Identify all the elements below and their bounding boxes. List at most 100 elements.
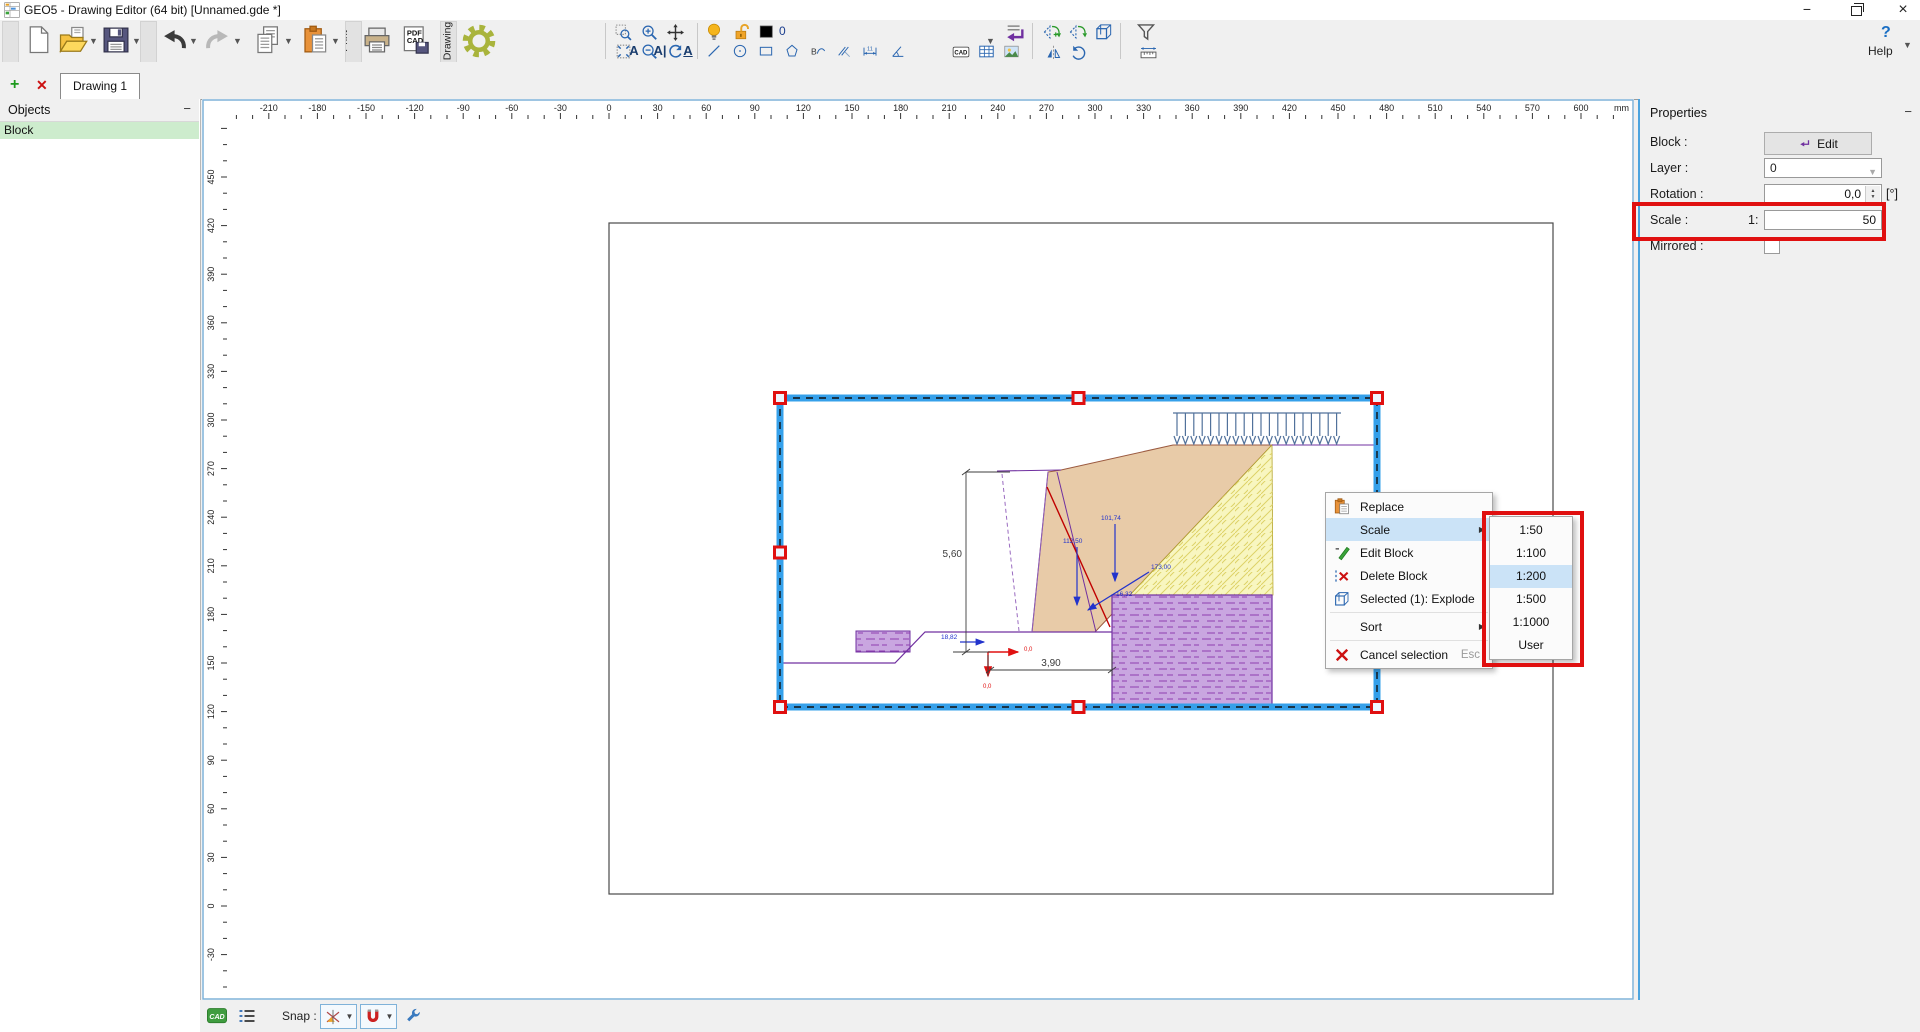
context-menu: ReplaceScale▶Edit BlockDelete BlockSelec…	[1325, 492, 1493, 669]
snap-mode-dropdown[interactable]: ▼	[343, 1004, 357, 1029]
explode-icon[interactable]	[1094, 22, 1114, 42]
properties-panel-title: Properties	[1650, 106, 1707, 120]
gear-icon[interactable]	[462, 24, 496, 58]
text-tool-icon[interactable]: A	[626, 42, 642, 58]
line-icon[interactable]	[706, 43, 722, 59]
zoom-in-icon[interactable]	[641, 24, 658, 41]
dropdown-arrow-icon[interactable]: ▼	[189, 36, 198, 46]
cad-icon[interactable]: CAD	[952, 43, 970, 61]
open-folder-icon[interactable]	[58, 25, 88, 55]
menu-item-scale[interactable]: Scale▶	[1326, 518, 1492, 541]
pan-icon[interactable]	[667, 24, 684, 41]
rotation-spinner[interactable]: ▲▼	[1865, 186, 1880, 202]
menu-item-cancel-selection[interactable]: Cancel selectionEsc	[1326, 643, 1492, 666]
dropdown-arrow-icon[interactable]: ▼	[132, 36, 141, 46]
dropdown-arrow-icon[interactable]: ▼	[233, 36, 242, 46]
cad-mode-icon[interactable]: CAD	[204, 1006, 230, 1026]
svg-text:390: 390	[1233, 103, 1248, 113]
svg-text:30: 30	[653, 103, 663, 113]
restore-button[interactable]	[1840, 0, 1874, 18]
selection-handle[interactable]	[775, 702, 786, 713]
rectangle-icon[interactable]	[758, 43, 774, 59]
menu-item-edit-block[interactable]: Edit Block	[1326, 541, 1492, 564]
add-tab-button[interactable]: +	[10, 76, 19, 94]
help-label[interactable]: Help	[1868, 44, 1893, 58]
selection-handle[interactable]	[1372, 393, 1383, 404]
text-frame-tool-icon[interactable]: A|	[652, 42, 668, 58]
help-dropdown-icon[interactable]: ▼	[1903, 40, 1912, 50]
apply-properties-icon[interactable]	[1068, 22, 1088, 42]
bspline-icon[interactable]: B	[810, 43, 826, 59]
trim-icon[interactable]	[836, 43, 852, 59]
submenu-item-1-100[interactable]: 1:100	[1490, 542, 1572, 565]
tab-drawing-1[interactable]: Drawing 1	[60, 73, 140, 100]
dimension-icon[interactable]: 11	[862, 43, 878, 59]
layers-list-icon[interactable]	[236, 1006, 258, 1026]
snap-settings-wrench-icon[interactable]	[404, 1007, 422, 1025]
apply-block-icon[interactable]	[1004, 22, 1026, 44]
selection-handle[interactable]	[1073, 702, 1084, 713]
filter-icon[interactable]	[1136, 22, 1156, 42]
menu-item-replace[interactable]: Replace	[1326, 495, 1492, 518]
submenu-item-1-200[interactable]: 1:200	[1490, 565, 1572, 588]
bulb-icon[interactable]	[705, 23, 723, 41]
circle-icon[interactable]	[732, 43, 748, 59]
minimize-button[interactable]: −	[1790, 2, 1824, 19]
submenu-item-user[interactable]: User	[1490, 634, 1572, 657]
dropdown-arrow-icon[interactable]: ▼	[331, 36, 340, 46]
menu-item-label: Scale	[1360, 523, 1390, 537]
pdf-cad-icon[interactable]: PDFCAD	[400, 25, 430, 55]
snap-mode-button[interactable]	[320, 1004, 345, 1029]
dropdown-arrow-icon[interactable]: ▼	[986, 36, 995, 46]
help-icon[interactable]: ?	[1881, 24, 1891, 42]
new-document-icon[interactable]	[24, 25, 54, 55]
menu-shortcut: Esc	[1461, 649, 1486, 661]
selection-handle[interactable]	[1073, 393, 1084, 404]
tab-bar: + ✕ Drawing 1	[0, 62, 1920, 100]
mirrored-label: Mirrored :	[1650, 239, 1703, 253]
copy-properties-icon[interactable]	[1042, 22, 1062, 42]
dropdown-arrow-icon[interactable]: ▼	[89, 36, 98, 46]
mirrored-checkbox[interactable]	[1764, 238, 1780, 254]
paste-icon[interactable]	[300, 25, 330, 55]
layer-select[interactable]: 0▼	[1764, 158, 1882, 178]
copy-icon[interactable]	[253, 25, 283, 55]
objects-collapse-button[interactable]: −	[183, 101, 191, 116]
dropdown-arrow-icon[interactable]: ▼	[284, 36, 293, 46]
polygon-icon[interactable]	[784, 43, 800, 59]
menu-item-sort[interactable]: Sort▶	[1326, 615, 1492, 638]
color-swatch-icon[interactable]	[758, 23, 776, 41]
menu-item-delete-block[interactable]: Delete Block	[1326, 564, 1492, 587]
rotate-icon[interactable]	[1070, 44, 1087, 61]
object-list-item-block[interactable]: Block	[0, 122, 199, 139]
selection-handle[interactable]	[775, 393, 786, 404]
close-button[interactable]: ×	[1886, 2, 1920, 19]
magnet-snap-button[interactable]	[360, 1004, 385, 1029]
magnet-snap-dropdown[interactable]: ▼	[383, 1004, 397, 1029]
zoom-window-icon[interactable]	[615, 24, 632, 41]
redo-icon[interactable]	[204, 26, 232, 54]
menu-item-selected-1-explode[interactable]: Selected (1): Explode	[1326, 587, 1492, 610]
undo-icon[interactable]	[160, 26, 188, 54]
image-icon[interactable]	[1003, 43, 1020, 60]
printer-icon[interactable]	[362, 25, 392, 55]
svg-text:570: 570	[1525, 103, 1540, 113]
angle-dimension-icon[interactable]	[890, 43, 906, 59]
submenu-item-1-1000[interactable]: 1:1000	[1490, 611, 1572, 634]
lock-icon[interactable]	[733, 23, 751, 41]
selection-handle[interactable]	[775, 547, 786, 558]
scale-input[interactable]: 50	[1764, 210, 1882, 230]
properties-collapse-button[interactable]: −	[1904, 104, 1912, 119]
save-icon[interactable]	[101, 25, 131, 55]
edit-block-button[interactable]: Edit	[1764, 132, 1872, 155]
measure-icon[interactable]	[1140, 45, 1157, 62]
close-tab-button[interactable]: ✕	[36, 77, 48, 94]
svg-text:CAD: CAD	[209, 1013, 224, 1021]
mirror-icon[interactable]	[1045, 44, 1062, 61]
submenu-item-1-500[interactable]: 1:500	[1490, 588, 1572, 611]
selection-handle[interactable]	[1372, 702, 1383, 713]
svg-text:120: 120	[206, 704, 216, 719]
submenu-item-1-50[interactable]: 1:50	[1490, 519, 1572, 542]
text-edit-tool-icon[interactable]: A	[680, 42, 696, 58]
rotation-input[interactable]: 0,0 ▲▼	[1764, 184, 1882, 204]
